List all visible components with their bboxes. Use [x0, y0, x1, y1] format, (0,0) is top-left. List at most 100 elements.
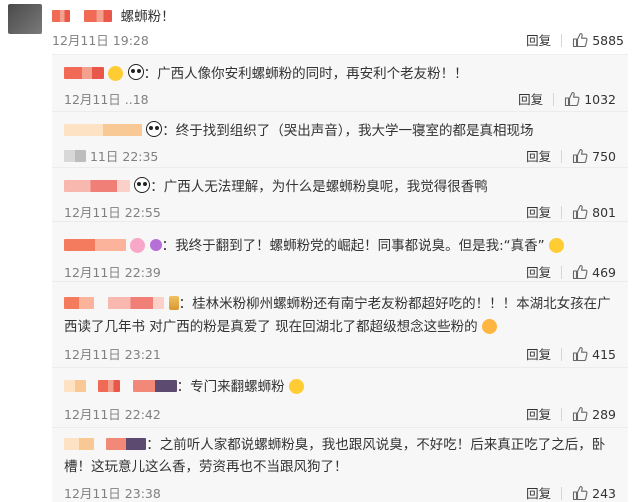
censored-username[interactable]	[64, 124, 142, 136]
like-count[interactable]: 750	[592, 149, 616, 164]
reply-actions: 回复 469	[526, 262, 616, 281]
thumbs-up-icon[interactable]	[564, 91, 580, 107]
flower-icon	[149, 239, 162, 251]
emoji-icon	[548, 238, 564, 253]
reply-line: ：广西人无法理解，为什么是螺蛳粉臭呢，我觉得很香鸭	[64, 176, 488, 198]
reply-line: ：之前听人家都说螺蛳粉臭，我也跟风说臭，不好吃！后来真正吃了之后，卧	[64, 434, 605, 456]
reply-text: 之前听人家都说螺蛳粉臭，我也跟风说臭，不好吃！后来真正吃了之后，卧	[159, 437, 606, 453]
like-count[interactable]: 5885	[592, 33, 624, 48]
reply-actions: 回复 801	[526, 202, 616, 221]
like-count[interactable]: 289	[592, 407, 616, 422]
divider	[561, 206, 563, 219]
panda-icon	[127, 64, 144, 80]
like-count[interactable]: 415	[592, 347, 616, 362]
reply-line: 槽！这玩意儿这么香，劳资再也不当跟风狗了！	[64, 456, 348, 478]
reply-button[interactable]: 回复	[518, 92, 543, 107]
divider	[561, 266, 563, 279]
divider	[561, 408, 563, 421]
like-count[interactable]: 243	[592, 486, 616, 501]
reply-text: 广西人像你安利螺蛳粉的同时，再安利个老友粉！！	[157, 66, 468, 82]
reply-button[interactable]: 回复	[526, 149, 551, 164]
reply-item: ：桂林米粉柳州螺蛳粉还有南宁老友粉都超好吃的！！！本湖北女孩在广 西读了几年书 …	[52, 281, 628, 368]
reply-line: ：我终于翻到了！螺蛳粉党的崛起！同事都说臭。但是我:“真香”	[64, 235, 564, 257]
censored-username[interactable]	[132, 380, 177, 392]
reply-text: 我终于翻到了！螺蛳粉党的崛起！同事都说臭。但是我:“真香”	[175, 238, 545, 254]
thumbs-up-icon[interactable]	[572, 204, 588, 220]
divider	[561, 348, 563, 361]
reply-line: ：桂林米粉柳州螺蛳粉还有南宁老友粉都超好吃的！！！本湖北女孩在广	[64, 293, 611, 315]
reply-text: 专门来翻螺蛳粉	[190, 379, 285, 395]
timestamp: 12月11日 23:38	[64, 486, 161, 501]
reply-button[interactable]: 回复	[526, 33, 551, 48]
timestamp: 12月11日 19:28	[52, 33, 149, 48]
timestamp: 12月11日 23:21	[64, 347, 161, 362]
panda-icon	[146, 121, 163, 137]
reply-button[interactable]: 回复	[526, 205, 551, 220]
censored-username[interactable]	[64, 67, 104, 79]
thumbs-up-icon[interactable]	[572, 264, 588, 280]
censored-username[interactable]	[98, 380, 121, 392]
thumbs-up-icon[interactable]	[572, 148, 588, 164]
reply-line: ：终于找到组织了（哭出声音），我大学一寝室的都是真相现场	[64, 120, 534, 142]
divider	[561, 150, 563, 163]
timestamp-row: 11日 22:35	[64, 146, 158, 165]
avatar[interactable]	[8, 4, 42, 34]
reply-actions: 回复 415	[526, 344, 616, 363]
reply-text: 终于找到组织了（哭出声音），我大学一寝室的都是真相现场	[175, 123, 534, 139]
censored-username[interactable]	[52, 10, 70, 22]
divider	[561, 34, 563, 47]
food-icon	[168, 296, 179, 310]
reply-actions: 回复 289	[526, 404, 616, 423]
censored-date	[64, 150, 86, 162]
reply-line: ：广西人像你安利螺蛳粉的同时，再安利个老友粉！！	[64, 63, 468, 85]
censored-username[interactable]	[84, 10, 113, 22]
reply-line: ：专门来翻螺蛳粉	[64, 376, 304, 398]
reply-item: ：专门来翻螺蛳粉 12月11日 22:42 回复 289	[52, 367, 628, 428]
censored-username[interactable]	[64, 438, 94, 450]
reply-text: 西读了几年书 对广西的粉是真爱了 现在回湖北了都超级想念这些粉的	[64, 319, 478, 335]
top-comment: 螺蛳粉！ 12月11日 19:28 回复 5885	[0, 0, 636, 52]
thumbs-up-icon[interactable]	[572, 406, 588, 422]
reply-actions: 回复 243	[526, 483, 616, 502]
comment-text: 螺蛳粉！	[120, 9, 175, 25]
reply-button[interactable]: 回复	[526, 265, 551, 280]
laughing-emoji-icon	[288, 379, 304, 394]
crying-emoji-icon	[481, 319, 497, 334]
reply-text: 桂林米粉柳州螺蛳粉还有南宁老友粉都超好吃的！！！本湖北女孩在广	[192, 296, 611, 312]
censored-username[interactable]	[106, 438, 147, 450]
reply-actions: 回复 1032	[518, 89, 616, 108]
reply-item: ：广西人像你安利螺蛳粉的同时，再安利个老友粉！！ 12月11日 ..18 回复 1…	[52, 55, 628, 112]
reply-button[interactable]: 回复	[526, 486, 551, 501]
reply-text: 广西人无法理解，为什么是螺蛳粉臭呢，我觉得很香鸭	[163, 179, 488, 195]
thumbs-up-icon[interactable]	[572, 485, 588, 501]
like-count[interactable]: 801	[592, 205, 616, 220]
thumbs-up-icon[interactable]	[572, 32, 588, 48]
censored-username[interactable]	[108, 297, 165, 309]
reply-item: ：广西人无法理解，为什么是螺蛳粉臭呢，我觉得很香鸭 12月11日 22:55 回…	[52, 167, 628, 222]
timestamp: 12月11日 22:39	[64, 265, 161, 280]
divider	[553, 93, 555, 106]
divider	[561, 487, 563, 500]
timestamp: 12月11日 ..18	[64, 92, 149, 107]
reply-item: ：终于找到组织了（哭出声音），我大学一寝室的都是真相现场 11日 22:35 回…	[52, 111, 628, 168]
comment-actions: 回复 5885	[526, 30, 624, 49]
reply-button[interactable]: 回复	[526, 407, 551, 422]
censored-username[interactable]	[64, 180, 130, 192]
reply-item: ：之前听人家都说螺蛳粉臭，我也跟风说臭，不好吃！后来真正吃了之后，卧 槽！这玩意…	[52, 427, 628, 502]
like-count[interactable]: 1032	[584, 92, 616, 107]
emoji-icon	[130, 238, 146, 253]
like-count[interactable]: 469	[592, 265, 616, 280]
timestamp: 11日 22:35	[89, 149, 159, 164]
reply-line: 西读了几年书 对广西的粉是真爱了 现在回湖北了都超级想念这些粉的	[64, 316, 497, 338]
reply-item: ：我终于翻到了！螺蛳粉党的崛起！同事都说臭。但是我:“真香” 12月11日 22…	[52, 221, 628, 282]
censored-username[interactable]	[64, 239, 126, 251]
reply-button[interactable]: 回复	[526, 347, 551, 362]
thumbs-up-icon[interactable]	[572, 346, 588, 362]
reply-actions: 回复 750	[526, 146, 616, 165]
censored-username[interactable]	[64, 297, 94, 309]
timestamp: 12月11日 22:55	[64, 205, 161, 220]
replies-panel: ：广西人像你安利螺蛳粉的同时，再安利个老友粉！！ 12月11日 ..18 回复 1…	[52, 54, 628, 502]
reply-text: 槽！这玩意儿这么香，劳资再也不当跟风狗了！	[64, 459, 348, 475]
censored-username[interactable]	[64, 380, 86, 392]
top-comment-line: 螺蛳粉！	[52, 5, 175, 25]
